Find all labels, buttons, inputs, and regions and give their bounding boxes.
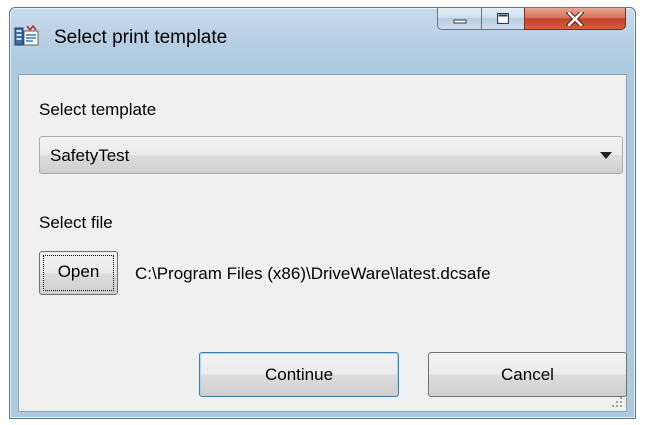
template-dropdown-value: SafetyTest [50,146,130,165]
file-path-text: C:\Program Files (x86)\DriveWare\latest.… [135,264,491,283]
resize-grip-icon[interactable] [610,395,624,409]
template-dropdown[interactable]: SafetyTest [39,136,623,174]
dialog-window: Select print template Select template Sa… [9,7,636,419]
cancel-button[interactable]: Cancel [428,352,627,397]
continue-button-label: Continue [264,365,334,384]
close-icon [566,11,584,26]
select-template-label: Select template [39,100,157,119]
maximize-icon [497,12,509,24]
cancel-button-label: Cancel [501,365,554,384]
dialog-client-area: Select template SafetyTest Select file O… [18,74,627,412]
open-button[interactable]: Open [39,251,118,295]
select-file-label: Select file [39,213,113,232]
title-bar[interactable]: Select print template [10,8,635,68]
chevron-down-icon[interactable] [600,152,612,159]
minimize-icon [453,19,466,23]
continue-button[interactable]: Continue [199,352,399,397]
focus-rect [43,255,114,291]
close-button[interactable] [524,8,626,30]
print-template-icon[interactable] [14,24,40,47]
window-title: Select print template [54,27,228,48]
minimize-button[interactable] [437,8,482,30]
maximize-button[interactable] [481,8,525,30]
